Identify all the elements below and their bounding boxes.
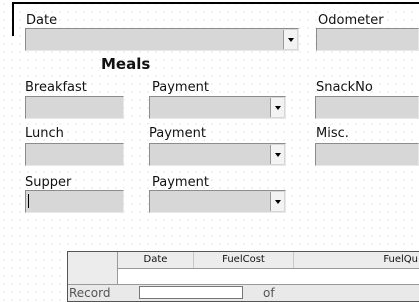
odometer-label: Odometer — [318, 13, 384, 28]
date-label: Date — [26, 13, 58, 28]
record-of-label: of — [263, 286, 275, 300]
grid-row-header — [68, 252, 118, 286]
record-label: Record — [69, 286, 111, 300]
form-frame-top — [14, 2, 419, 4]
breakfast-payment-label: Payment — [152, 80, 209, 95]
date-dropdown-button[interactable] — [283, 30, 297, 49]
supper-payment-label: Payment — [152, 175, 209, 190]
breakfast-payment-dropdown-button[interactable] — [270, 98, 284, 117]
snackno-label: SnackNo — [316, 80, 373, 95]
chevron-down-icon — [274, 105, 281, 110]
misc-field[interactable] — [315, 143, 419, 166]
odometer-field[interactable] — [316, 28, 419, 51]
chevron-down-icon — [274, 152, 281, 157]
supper-payment-dropdown-button[interactable] — [270, 192, 284, 211]
column-header-fuelcost[interactable]: FuelCost — [194, 252, 294, 268]
record-navigation-bar: Record of — [68, 284, 419, 301]
record-number-field[interactable] — [139, 286, 243, 299]
lunch-field[interactable] — [25, 143, 124, 166]
grid-header-row: Date FuelCost FuelQu — [68, 252, 419, 269]
column-header-date[interactable]: Date — [118, 252, 194, 268]
text-cursor — [28, 194, 29, 208]
lunch-label: Lunch — [25, 126, 64, 141]
lunch-payment-combobox[interactable] — [149, 143, 286, 166]
lunch-payment-label: Payment — [149, 126, 206, 141]
supper-label: Supper — [25, 175, 72, 190]
breakfast-field[interactable] — [25, 96, 124, 119]
breakfast-label: Breakfast — [25, 80, 87, 95]
snackno-field[interactable] — [315, 96, 419, 119]
fuel-table-grid[interactable]: Date FuelCost FuelQu Record of — [67, 251, 419, 302]
meals-heading: Meals — [101, 55, 151, 73]
column-header-fuelqu[interactable]: FuelQu — [294, 252, 419, 268]
form-frame-left — [12, 2, 14, 36]
chevron-down-icon — [274, 199, 281, 204]
lunch-payment-dropdown-button[interactable] — [270, 145, 284, 164]
misc-label: Misc. — [316, 126, 349, 141]
supper-field[interactable] — [25, 190, 124, 213]
chevron-down-icon — [287, 37, 294, 42]
supper-payment-combobox[interactable] — [149, 190, 286, 213]
date-combobox[interactable] — [25, 28, 299, 51]
breakfast-payment-combobox[interactable] — [149, 96, 286, 119]
